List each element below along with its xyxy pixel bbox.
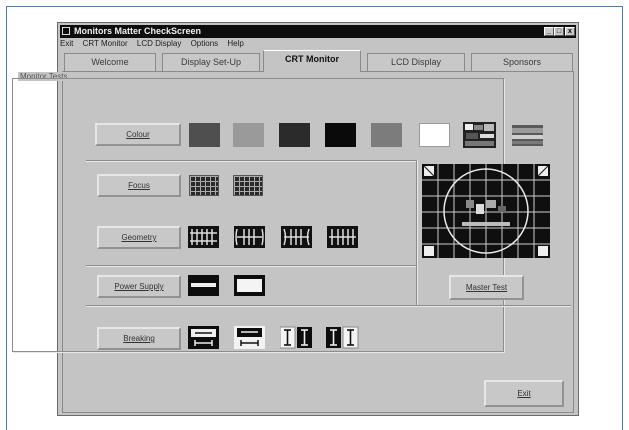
app-icon [62,27,70,35]
minimize-button[interactable]: _ [544,27,554,36]
breaking-bar-icon[interactable] [279,326,313,349]
geometry-pattern-icon[interactable] [234,226,265,248]
colour-button[interactable]: Colour [95,123,181,146]
maximize-button[interactable]: □ [554,27,564,36]
close-button[interactable]: x [565,27,575,36]
tab-crt-monitor[interactable]: CRT Monitor [263,50,361,72]
frame-top-border [6,6,623,7]
geometry-button[interactable]: Geometry [97,226,181,249]
tab-sponsors[interactable]: Sponsors [471,53,573,71]
colour-swatch-4[interactable] [325,123,356,147]
colour-gradient-icon[interactable] [512,125,543,146]
geometry-pattern-icon[interactable] [327,226,358,248]
frame-right-border [622,6,623,430]
menu-bar: Exit CRT Monitor LCD Display Options Hel… [60,39,251,51]
breaking-black-icon[interactable] [188,326,219,349]
colour-swatch-6[interactable] [419,123,450,147]
row-separator [86,305,571,306]
colour-swatch-5[interactable] [371,123,402,147]
exit-button[interactable]: Exit [484,380,564,407]
row-separator [86,265,416,266]
breaking-white-icon[interactable] [234,326,265,349]
master-test-button[interactable]: Master Test [449,275,524,300]
breaking-bar-icon[interactable] [326,326,359,349]
window-title: Monitors Matter CheckScreen [74,26,202,36]
tab-welcome[interactable]: Welcome [64,53,156,71]
focus-grid-icon[interactable] [233,175,263,196]
colour-swatch-1[interactable] [189,123,220,147]
focus-grid-icon[interactable] [189,175,219,196]
geometry-pattern-icon[interactable] [281,226,312,248]
colour-swatch-2[interactable] [233,123,264,147]
geometry-pattern-icon[interactable] [188,226,219,248]
power-supply-white-icon[interactable] [234,275,265,296]
menu-lcd-display[interactable]: LCD Display [137,39,181,48]
power-supply-black-icon[interactable] [188,275,219,296]
power-supply-button[interactable]: Power Supply [97,275,181,298]
menu-exit[interactable]: Exit [60,39,73,48]
colour-swatch-3[interactable] [279,123,310,147]
frame-left-border [6,6,7,430]
breaking-button[interactable]: Breaking [97,327,181,350]
column-separator [416,160,417,305]
tab-display-set-up[interactable]: Display Set-Up [162,53,260,71]
menu-crt-monitor[interactable]: CRT Monitor [83,39,128,48]
row-separator [86,160,416,161]
tab-lcd-display[interactable]: LCD Display [367,53,465,71]
focus-button[interactable]: Focus [97,174,181,197]
title-bar: Monitors Matter CheckScreen _ □ x [60,25,576,38]
colour-bars-icon[interactable] [463,122,496,148]
master-test-pattern-icon [422,164,550,258]
menu-options[interactable]: Options [191,39,219,48]
menu-help[interactable]: Help [227,39,243,48]
